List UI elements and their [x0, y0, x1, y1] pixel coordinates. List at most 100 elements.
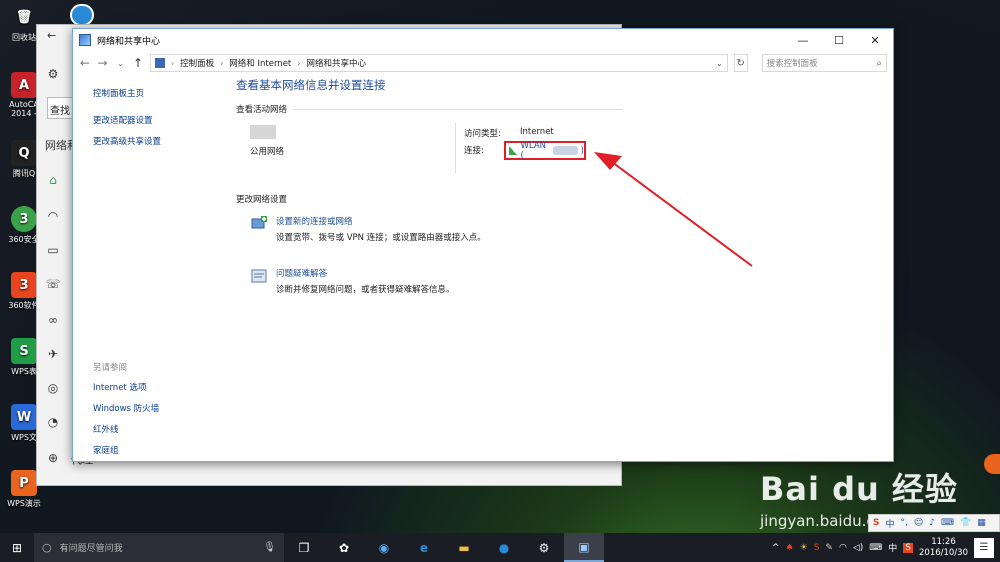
- connection-paren: ): [580, 145, 584, 156]
- desktop-icon-label: 回收站: [12, 33, 36, 42]
- 360-safe-icon: 3: [11, 206, 37, 232]
- forward-button[interactable]: →: [97, 56, 109, 70]
- infrared-link[interactable]: 红外线: [93, 423, 223, 435]
- keyboard-icon[interactable]: ⌨: [869, 543, 882, 553]
- active-networks-header: 查看活动网络: [236, 103, 836, 115]
- app-icon-blue[interactable]: ●: [484, 533, 524, 562]
- file-explorer-icon[interactable]: ▬: [444, 533, 484, 562]
- page-title: 查看基本网络信息并设置连接: [236, 78, 386, 92]
- crumb-separator: ›: [170, 58, 175, 68]
- up-button[interactable]: ↑: [132, 56, 144, 70]
- search-placeholder: 搜索控制面板: [766, 59, 818, 69]
- pinwheel-app-icon[interactable]: ✿: [324, 533, 364, 562]
- back-arrow-icon[interactable]: ←: [47, 29, 56, 42]
- breadcrumb-item[interactable]: 网络和 Internet: [229, 57, 291, 69]
- wps-writer-icon: W: [11, 404, 37, 430]
- connection-name: WLAN (: [520, 140, 546, 161]
- volume-icon[interactable]: ◁): [853, 543, 863, 553]
- cortana-icon: ○: [42, 541, 52, 554]
- wifi-icon[interactable]: ◠: [45, 209, 61, 225]
- data-usage-icon[interactable]: ◔: [45, 415, 61, 431]
- troubleshoot-link[interactable]: 问题疑难解答: [276, 267, 327, 279]
- active-networks-label: 查看活动网络: [236, 105, 288, 115]
- connection-row: 连接:: [464, 144, 484, 156]
- language-indicator[interactable]: 中: [888, 541, 897, 554]
- wifi-tray-icon[interactable]: ◠: [839, 543, 847, 553]
- tray-sogou-s-icon[interactable]: S: [903, 542, 913, 553]
- firewall-link[interactable]: Windows 防火墙: [93, 402, 223, 414]
- internet-options-link[interactable]: Internet 选项: [93, 381, 223, 393]
- desktop-icon-label: AutoCA 2014 -: [9, 100, 39, 118]
- desktop-icon-top[interactable]: [70, 4, 94, 26]
- network-center-taskbar-icon[interactable]: ▣: [564, 533, 604, 562]
- tray-security-icon[interactable]: ☀: [800, 543, 808, 553]
- task-new-connection: 设置新的连接或网络 设置宽带、拨号或 VPN 连接；或设置路由器或接入点。: [236, 213, 836, 257]
- home-icon[interactable]: ⌂: [45, 173, 61, 189]
- search-input[interactable]: 搜索控制面板 ⌕: [761, 54, 888, 72]
- vpn-icon[interactable]: ∞: [45, 313, 61, 329]
- tray-ime-icon[interactable]: ✎: [825, 543, 833, 553]
- breadcrumb-item[interactable]: 网络和共享中心: [306, 57, 366, 69]
- ethernet-icon[interactable]: ▭: [45, 243, 61, 259]
- airplane-icon[interactable]: ✈: [45, 347, 61, 363]
- settings-app-icon[interactable]: ⚙: [524, 533, 564, 562]
- new-connection-link[interactable]: 设置新的连接或网络: [276, 215, 353, 227]
- control-panel-home-link[interactable]: 控制面板主页: [93, 87, 223, 99]
- clock[interactable]: 11:26 2016/10/30: [919, 537, 968, 559]
- see-also-pane: 另请参阅 Internet 选项 Windows 防火墙 红外线 家庭组: [93, 361, 223, 465]
- clock-time: 11:26: [931, 536, 956, 547]
- see-also-header: 另请参阅: [93, 363, 128, 373]
- tray-app-icon[interactable]: ♠: [786, 543, 794, 553]
- cortana-search[interactable]: ○ 有问题尽管问我 🎙: [34, 533, 284, 562]
- window-title: 网络和共享中心: [97, 36, 161, 47]
- system-tray: ^ ♠ ☀ S ✎ ◠ ◁) ⌨ 中 S 11:26 2016/10/30 ☰: [772, 537, 1000, 559]
- address-dropdown-icon[interactable]: ⌄: [712, 59, 727, 68]
- 360-software-icon: 3: [11, 272, 37, 298]
- back-button[interactable]: ←: [79, 56, 91, 70]
- ime-toolbar[interactable]: S 中 °, ☺ ♪ ⌨ 👕 ▦: [868, 514, 1000, 532]
- network-center-icon: [79, 34, 91, 46]
- floating-badge-icon[interactable]: [984, 454, 1000, 474]
- desktop-icon-label: 360软件: [8, 301, 40, 310]
- microphone-icon[interactable]: 🎙: [263, 542, 276, 553]
- dialup-icon[interactable]: ☏: [45, 277, 61, 293]
- change-settings-header: 更改网络设置: [236, 195, 288, 205]
- clock-date: 2016/10/30: [919, 547, 968, 558]
- advanced-sharing-link[interactable]: 更改高级共享设置: [93, 135, 223, 147]
- tray-sogou-icon[interactable]: S: [814, 543, 820, 553]
- title-bar[interactable]: 网络和共享中心 — ☐ ✕: [73, 29, 893, 51]
- troubleshoot-desc: 诊断并修复网络问题，或者获得疑难解答信息。: [276, 285, 455, 295]
- wifi-signal-icon: [509, 146, 518, 155]
- action-center-icon[interactable]: ☰: [974, 537, 994, 558]
- wlan-connection-link[interactable]: WLAN ( ): [504, 140, 586, 161]
- 360-browser-icon[interactable]: ◉: [364, 533, 404, 562]
- ime-keyboard-icon: ⌨: [941, 518, 955, 528]
- task-view-icon[interactable]: ❐: [284, 533, 324, 562]
- access-type-value: Internet: [520, 127, 554, 137]
- desktop-icon-label: WPS表: [11, 367, 37, 376]
- hotspot-icon[interactable]: ◎: [45, 381, 61, 397]
- globe-icon[interactable]: ⊕: [45, 451, 61, 467]
- maximize-button[interactable]: ☐: [821, 29, 857, 51]
- ime-emoji-icon: ☺: [913, 518, 924, 528]
- divider: [293, 108, 624, 110]
- gear-icon[interactable]: ⚙: [45, 67, 61, 83]
- breadcrumb[interactable]: › 控制面板 › 网络和 Internet › 网络和共享中心 ⌄: [149, 54, 728, 72]
- homegroup-link[interactable]: 家庭组: [93, 444, 223, 456]
- access-type-label: 访问类型:: [464, 129, 501, 139]
- close-button[interactable]: ✕: [857, 29, 893, 51]
- ime-skin-icon: 👕: [960, 518, 972, 528]
- settings-search-text: 查找: [50, 106, 70, 117]
- start-button[interactable]: ⊞: [0, 541, 34, 555]
- edge-icon[interactable]: e: [404, 533, 444, 562]
- change-adapter-link[interactable]: 更改适配器设置: [93, 114, 223, 126]
- divider: [455, 123, 456, 173]
- breadcrumb-item[interactable]: 控制面板: [180, 57, 214, 69]
- tray-overflow-icon[interactable]: ^: [772, 543, 780, 553]
- refresh-button[interactable]: ↻: [733, 54, 748, 72]
- recent-dropdown-icon[interactable]: ⌄: [114, 59, 126, 68]
- search-icon[interactable]: ⌕: [876, 58, 882, 69]
- ime-voice-icon: ♪: [929, 518, 936, 528]
- main-content: 查看基本网络信息并设置连接 查看活动网络 公用网络 访问类型: Internet…: [236, 77, 836, 309]
- minimize-button[interactable]: —: [785, 29, 821, 51]
